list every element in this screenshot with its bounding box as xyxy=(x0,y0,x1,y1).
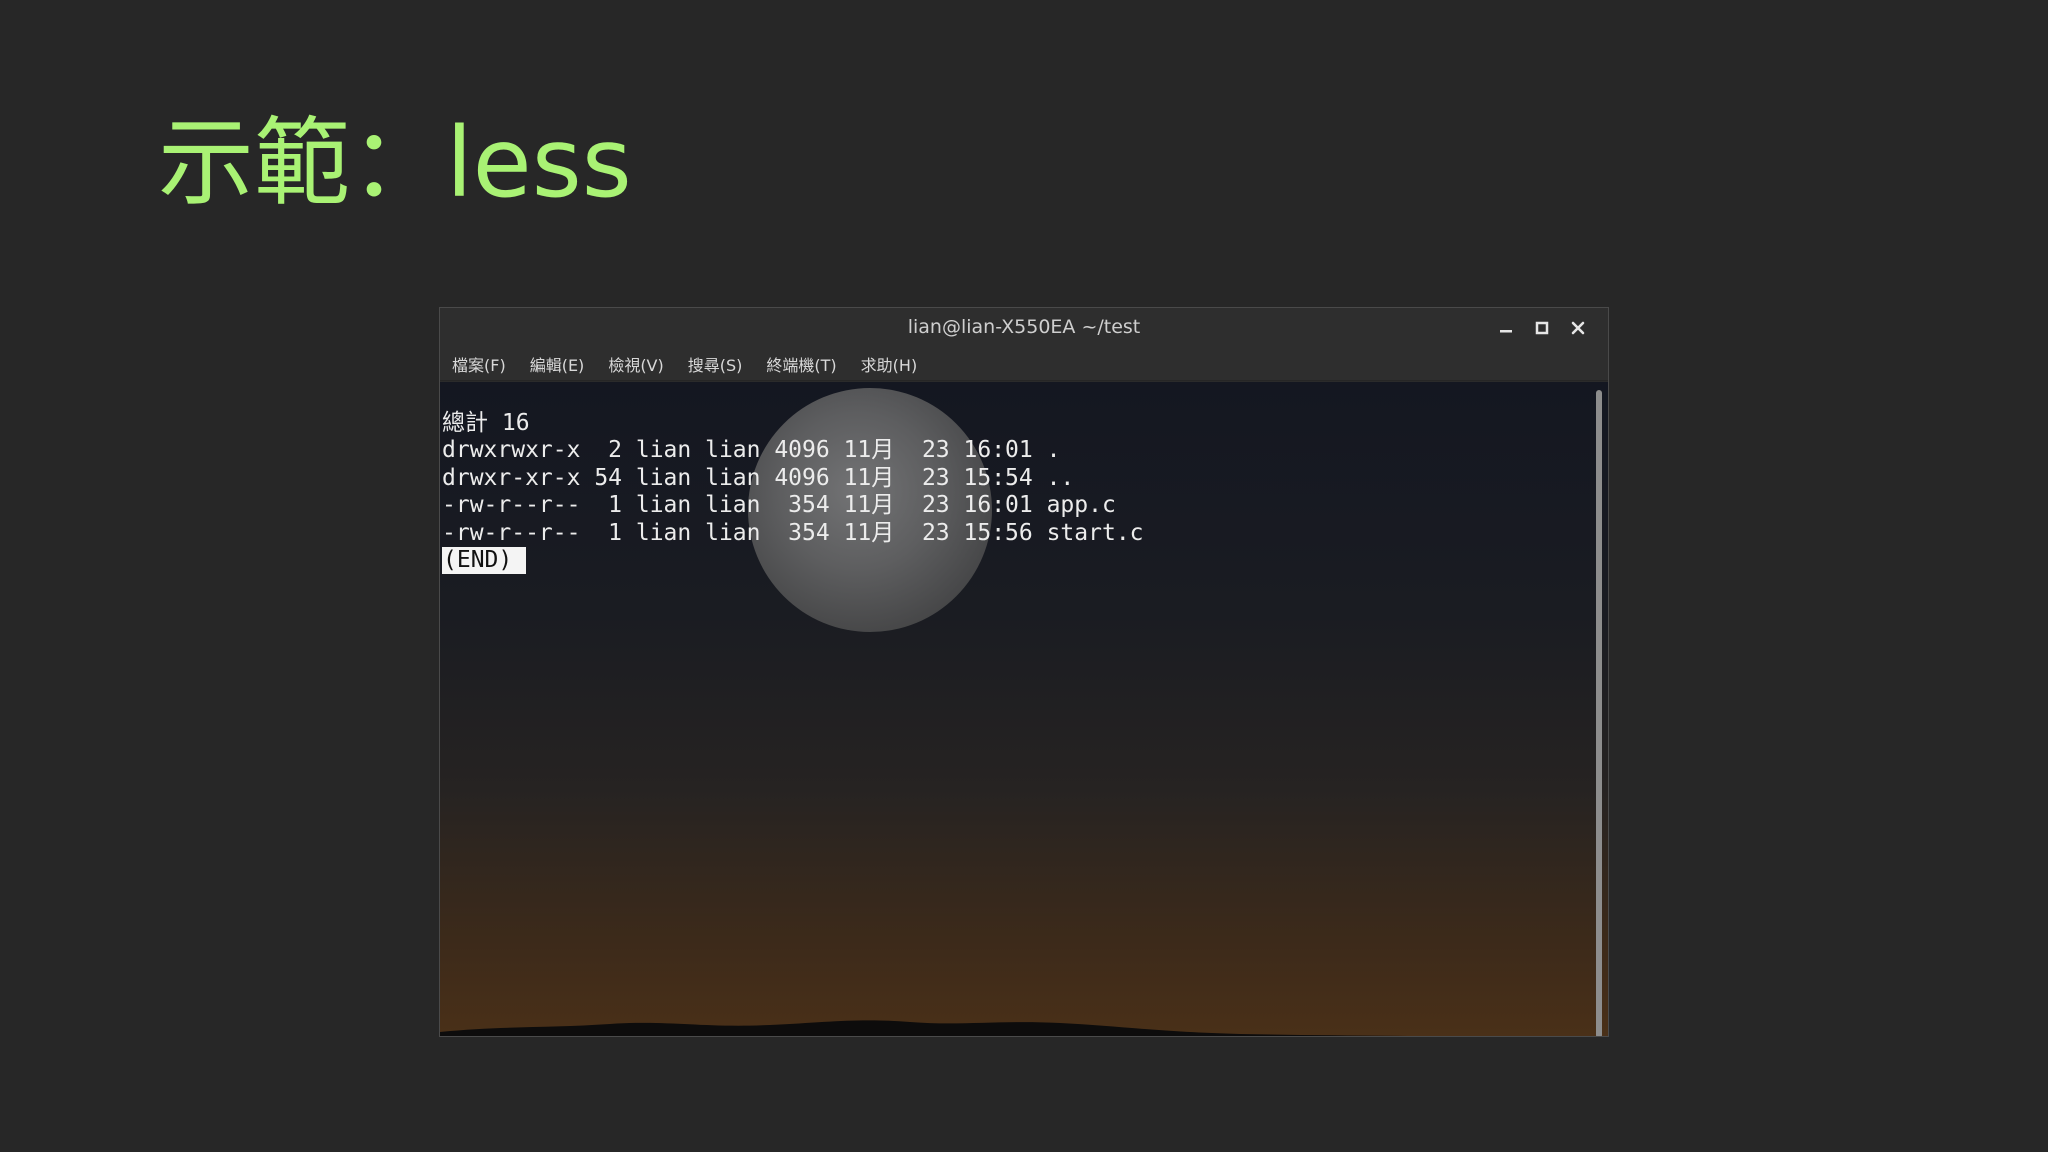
terminal-output: 總計 16 drwxrwxr-x 2 lian lian 4096 11月 23 … xyxy=(442,410,1144,574)
window-controls xyxy=(1488,308,1596,348)
terminal-line: drwxrwxr-x 2 lian lian 4096 11月 23 16:01… xyxy=(442,437,1061,464)
menu-bar: 檔案(F) 編輯(E) 檢視(V) 搜尋(S) 終端機(T) 求助(H) xyxy=(440,348,1608,381)
menu-terminal[interactable]: 終端機(T) xyxy=(766,352,836,376)
close-button[interactable] xyxy=(1560,310,1596,346)
end-marker: (END) xyxy=(442,546,527,574)
maximize-button[interactable] xyxy=(1524,310,1560,346)
terminal-line: -rw-r--r-- 1 lian lian 354 11月 23 16:01 … xyxy=(442,492,1116,519)
window-title: lian@lian-X550EA ~/test xyxy=(907,316,1141,338)
slide: 示範：less lian@lian-X550EA ~/test 檔案(F) 編輯… xyxy=(0,0,2048,1152)
end-marker-line: (END) xyxy=(442,546,1144,574)
menu-help[interactable]: 求助(H) xyxy=(861,352,918,376)
scrollbar[interactable] xyxy=(1596,390,1602,1036)
maximize-icon xyxy=(1535,321,1549,335)
menu-search[interactable]: 搜尋(S) xyxy=(688,352,743,376)
menu-file[interactable]: 檔案(F) xyxy=(452,352,506,376)
hills-silhouette xyxy=(440,1020,1420,1036)
terminal-line: -rw-r--r-- 1 lian lian 354 11月 23 15:56 … xyxy=(442,519,1144,546)
minimize-icon xyxy=(1500,330,1512,333)
slide-title: 示範：less xyxy=(158,107,632,219)
terminal-line: drwxr-xr-x 54 lian lian 4096 11月 23 15:5… xyxy=(442,464,1075,491)
minimize-button[interactable] xyxy=(1488,310,1524,346)
terminal-area[interactable]: 總計 16 drwxrwxr-x 2 lian lian 4096 11月 23 … xyxy=(440,382,1608,1036)
menu-edit[interactable]: 編輯(E) xyxy=(530,352,585,376)
close-icon xyxy=(1571,321,1585,335)
terminal-window[interactable]: lian@lian-X550EA ~/test 檔案(F) 編輯(E) 檢視(V… xyxy=(439,307,1609,1037)
menu-view[interactable]: 檢視(V) xyxy=(608,352,663,376)
window-titlebar[interactable]: lian@lian-X550EA ~/test xyxy=(440,308,1608,348)
terminal-line: 總計 16 xyxy=(442,410,530,436)
